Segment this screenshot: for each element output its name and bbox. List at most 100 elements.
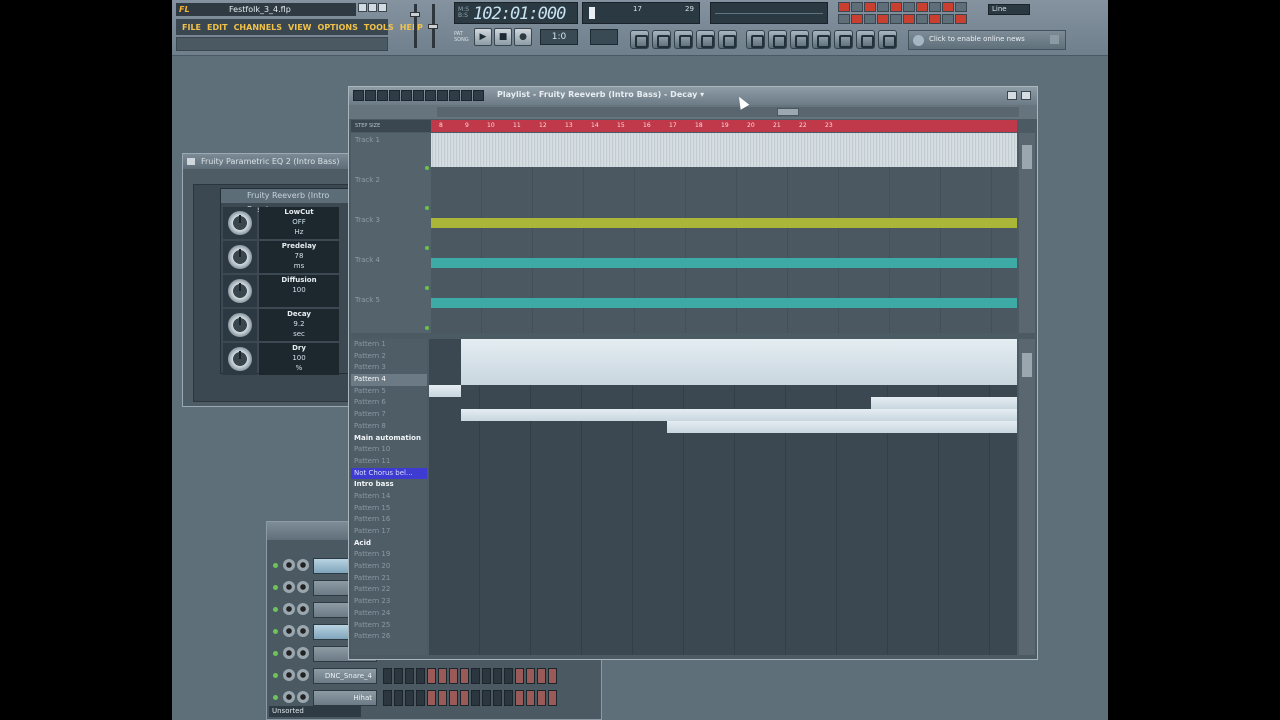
settings-icon[interactable] [812, 30, 831, 49]
pattern-list-item[interactable]: Pattern 16 [351, 514, 427, 526]
news-bar[interactable]: Click to enable online news [908, 30, 1066, 50]
track-area[interactable] [431, 253, 1017, 293]
tool-icon[interactable] [864, 2, 876, 12]
pattern-list-item[interactable]: Pattern 1 [351, 339, 427, 351]
track-label[interactable]: Track 1 [351, 133, 431, 173]
pattern-list-item[interactable]: Pattern 25 [351, 620, 427, 632]
step[interactable] [394, 690, 403, 706]
slip-icon[interactable] [425, 90, 436, 101]
close-icon[interactable] [1021, 91, 1031, 100]
output-selector[interactable]: Line [988, 4, 1030, 15]
step[interactable] [405, 668, 414, 684]
volume-knob[interactable] [297, 691, 309, 703]
track-area[interactable] [431, 213, 1017, 253]
pattern-list-item[interactable]: Not Chorus bel... [351, 467, 427, 480]
tool-icon[interactable] [864, 13, 876, 24]
tool-icon[interactable] [955, 2, 967, 12]
pattern-list-item[interactable]: Pattern 5 [351, 386, 427, 398]
channel-led[interactable] [273, 673, 278, 678]
automation-clip[interactable] [431, 218, 1017, 228]
tool-icon[interactable] [890, 13, 902, 24]
step[interactable] [482, 690, 491, 706]
pattern-list-item[interactable]: Pattern 22 [351, 584, 427, 596]
mute-icon[interactable] [413, 90, 424, 101]
slice-icon[interactable] [437, 90, 448, 101]
channel-led[interactable] [273, 607, 278, 612]
track-led[interactable] [425, 286, 429, 290]
pan-knob[interactable] [283, 581, 295, 593]
eq-window-title[interactable]: Fruity Parametric EQ 2 (Intro Bass) [183, 154, 353, 169]
tool-icon[interactable] [916, 13, 928, 24]
zoom-icon[interactable] [834, 30, 853, 49]
pattern-list-item[interactable]: Pattern 20 [351, 561, 427, 573]
pattern-list-item[interactable]: Pattern 21 [351, 573, 427, 585]
pattern-list-item[interactable]: Pattern 15 [351, 503, 427, 515]
channel-led[interactable] [273, 585, 278, 590]
step[interactable] [471, 668, 480, 684]
step[interactable] [394, 668, 403, 684]
menu-file[interactable]: FILE [182, 23, 201, 32]
maximize-icon[interactable] [1007, 91, 1017, 100]
mixer-icon[interactable] [718, 30, 737, 49]
step[interactable] [460, 690, 469, 706]
tool-icon[interactable] [838, 13, 850, 24]
volume-knob[interactable] [297, 625, 309, 637]
step[interactable] [515, 690, 524, 706]
tool-icon[interactable] [929, 13, 941, 24]
news-menu-icon[interactable] [1050, 35, 1059, 44]
pattern-list-item[interactable]: Pattern 19 [351, 549, 427, 561]
track-led[interactable] [425, 326, 429, 330]
step[interactable] [493, 690, 502, 706]
pencil-icon[interactable] [377, 90, 388, 101]
pattern-list-item[interactable]: Main automation [351, 433, 427, 445]
scroll-thumb[interactable] [1022, 353, 1032, 377]
track-label[interactable]: Track 5 [351, 293, 431, 333]
step[interactable] [537, 668, 546, 684]
pattern-list-item[interactable]: Intro bass [351, 479, 427, 491]
render-icon[interactable] [790, 30, 809, 49]
step[interactable] [548, 668, 557, 684]
timeline-ruler[interactable]: 8 9 10 11 12 13 14 15 16 17 18 19 20 21 … [431, 120, 1017, 132]
step[interactable] [427, 668, 436, 684]
master-pitch-knob[interactable] [428, 24, 438, 29]
volume-knob[interactable] [297, 603, 309, 615]
save-icon[interactable] [768, 30, 787, 49]
menu-options[interactable]: OPTIONS [318, 23, 358, 32]
audio-clip[interactable] [431, 133, 1017, 167]
tool-icon[interactable] [903, 13, 915, 24]
maximize-icon[interactable] [368, 3, 377, 12]
track-led[interactable] [425, 166, 429, 170]
scroll-thumb[interactable] [1022, 145, 1032, 169]
pattern-block[interactable] [461, 409, 1017, 421]
step[interactable] [460, 668, 469, 684]
magnet-icon[interactable] [365, 90, 376, 101]
step[interactable] [438, 690, 447, 706]
tool-icon[interactable] [916, 2, 928, 12]
channel-led[interactable] [273, 563, 278, 568]
pattern-list-item[interactable]: Pattern 6 [351, 397, 427, 409]
piano-roll-icon[interactable] [674, 30, 693, 49]
step[interactable] [482, 668, 491, 684]
tool-icon[interactable] [838, 2, 850, 12]
pattern-list-item[interactable]: Pattern 17 [351, 526, 427, 538]
pattern-list-item[interactable]: Pattern 8 [351, 421, 427, 433]
step[interactable] [449, 690, 458, 706]
stop-button[interactable]: ■ [494, 28, 512, 46]
channel-led[interactable] [273, 651, 278, 656]
pattern-block[interactable] [667, 421, 1017, 433]
playlist-titlebar[interactable]: Playlist - Fruity Reeverb (Intro Bass) -… [349, 87, 1037, 105]
play-button[interactable]: ▶ [474, 28, 492, 46]
diffusion-knob[interactable] [228, 279, 252, 303]
tempo-display[interactable] [590, 29, 618, 45]
pattern-selector[interactable]: 1:0 [540, 29, 578, 45]
step[interactable] [504, 668, 513, 684]
help-icon[interactable] [878, 30, 897, 49]
step-size-label[interactable]: STEP SIZE [351, 120, 431, 132]
track-area[interactable] [431, 173, 1017, 213]
menu-channels[interactable]: CHANNELS [234, 23, 282, 32]
track-area[interactable] [431, 133, 1017, 173]
pan-knob[interactable] [283, 559, 295, 571]
tracks-scrollbar[interactable] [1019, 133, 1035, 333]
browser-icon[interactable] [696, 30, 715, 49]
pattern-list-item[interactable]: Pattern 26 [351, 631, 427, 643]
